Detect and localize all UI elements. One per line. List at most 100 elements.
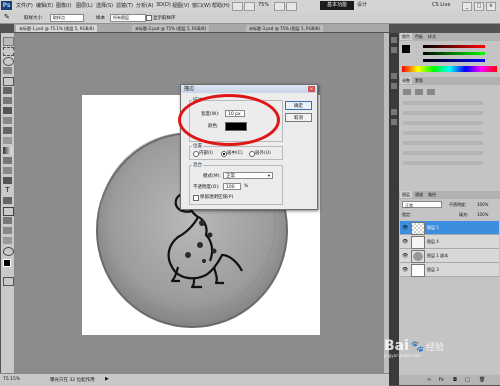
marquee-tool-icon[interactable] <box>3 47 14 56</box>
red-slider[interactable] <box>423 45 485 48</box>
fill-value[interactable]: 100% <box>477 212 488 217</box>
tab-paths[interactable]: 路径 <box>426 191 438 198</box>
healing-brush-tool-icon[interactable] <box>3 97 12 104</box>
workspace-button[interactable]: 基本功能 <box>320 1 354 10</box>
ok-button[interactable]: 确定 <box>285 101 312 110</box>
status-zoom[interactable]: 75.15% <box>3 377 20 382</box>
link-layers-icon[interactable]: ∞ <box>427 377 431 383</box>
menu-layer[interactable]: 图层(L) <box>76 2 93 9</box>
menu-edit[interactable]: 编辑(E) <box>36 2 53 9</box>
eraser-tool-icon[interactable] <box>3 137 12 144</box>
sample-select[interactable]: 所有图层 <box>110 14 146 22</box>
crop-tool-icon[interactable] <box>3 77 14 86</box>
sample-size-select[interactable]: 取样点 <box>50 14 84 22</box>
tab-document-2[interactable]: 未标题-2.psd @ 75% (图层 5, RGB/8) <box>132 25 210 32</box>
paragraph-panel-icon[interactable] <box>391 83 397 89</box>
layer-row[interactable]: 👁 图层 5 <box>400 221 499 235</box>
type-tool-icon[interactable]: T <box>3 187 12 194</box>
3d-rotate-tool-icon[interactable] <box>3 217 12 224</box>
dialog-close-icon[interactable]: × <box>308 86 315 92</box>
dodge-tool-icon[interactable] <box>3 167 12 174</box>
panel-fg-color[interactable] <box>402 45 410 53</box>
mode-select[interactable]: 正常 ▾ <box>223 172 273 179</box>
show-ring-checkbox[interactable] <box>146 15 152 21</box>
lasso-tool-icon[interactable] <box>3 57 14 66</box>
layer-row[interactable]: 👁 图层 4 <box>400 235 499 249</box>
brush-panel-icon[interactable] <box>391 109 397 115</box>
menu-analysis[interactable]: 分析(A) <box>136 2 153 9</box>
layer-opacity-value[interactable]: 100% <box>477 202 488 207</box>
menu-3d[interactable]: 3D(D) <box>156 2 171 8</box>
tab-masks[interactable]: 蒙版 <box>413 77 425 84</box>
menu-window[interactable]: 窗口(W) <box>192 2 211 9</box>
minimize-button[interactable]: _ <box>462 2 472 11</box>
design-workspace-link[interactable]: 设计 <box>357 1 375 10</box>
layer-row[interactable]: 👁 图层 1 副本 <box>400 249 499 263</box>
path-select-tool-icon[interactable] <box>3 197 12 204</box>
tab-layers[interactable]: 图层 <box>400 191 412 198</box>
tab-adjustments[interactable]: 调整 <box>400 77 412 84</box>
eyedropper-icon[interactable]: ✎ <box>4 13 10 21</box>
gradient-tool-icon[interactable] <box>3 147 12 154</box>
menu-filter[interactable]: 滤镜(T) <box>116 2 133 9</box>
character-panel-icon[interactable] <box>391 73 397 79</box>
tab-document-1[interactable]: 未标题-1.psd @ 75.1% (图层 5, RGB/8) <box>16 25 97 32</box>
layer-style-icon[interactable]: fx <box>439 377 444 383</box>
blur-tool-icon[interactable] <box>3 157 12 164</box>
menu-image[interactable]: 图像(I) <box>56 2 71 9</box>
layer-row[interactable]: 👁 图层 3 <box>400 263 499 277</box>
mini-bridge-button[interactable] <box>244 2 255 11</box>
add-mask-icon[interactable]: ◘ <box>453 377 457 383</box>
tab-swatches[interactable]: 色板 <box>413 33 425 40</box>
bridge-button[interactable] <box>232 2 243 11</box>
preserve-transparency-checkbox[interactable] <box>193 195 199 201</box>
delete-layer-icon[interactable]: 🗑 <box>479 377 485 383</box>
foreground-color-swatch[interactable] <box>3 259 11 267</box>
layer-blend-mode-select[interactable]: 正常 <box>402 201 442 208</box>
hand-tool-icon[interactable] <box>3 237 12 244</box>
layer-name[interactable]: 图层 4 <box>427 239 439 245</box>
tab-channels[interactable]: 通道 <box>413 191 425 198</box>
tab-styles[interactable]: 样式 <box>426 33 438 40</box>
rotate-view-button[interactable] <box>286 2 297 11</box>
actions-panel-icon[interactable] <box>391 47 397 53</box>
menu-view[interactable]: 视图(V) <box>172 2 189 9</box>
history-brush-tool-icon[interactable] <box>3 127 12 134</box>
eye-icon[interactable]: 👁 <box>402 225 408 231</box>
cs-live-button[interactable]: CS Live <box>432 2 450 8</box>
menu-select[interactable]: 选择(S) <box>96 2 113 9</box>
brush-tool-icon[interactable] <box>3 107 12 114</box>
close-icon[interactable]: × <box>486 2 496 11</box>
pen-tool-icon[interactable] <box>3 177 12 184</box>
color-spectrum-bar[interactable] <box>402 66 497 72</box>
zoom-level[interactable]: 75% <box>258 2 269 8</box>
green-slider[interactable] <box>423 52 485 55</box>
cancel-button[interactable]: 取消 <box>285 113 312 122</box>
adjustment-presets-list[interactable] <box>403 89 493 179</box>
hand-tool-button[interactable] <box>274 2 285 11</box>
status-arrow-icon[interactable]: ▶ <box>105 376 109 382</box>
move-tool-icon[interactable] <box>3 37 14 46</box>
layer-name[interactable]: 图层 5 <box>427 225 439 231</box>
tab-color[interactable]: 颜色 <box>400 33 412 40</box>
clone-stamp-tool-icon[interactable] <box>3 117 12 124</box>
eye-icon[interactable]: 👁 <box>402 253 408 259</box>
eye-icon[interactable]: 👁 <box>402 267 408 273</box>
menu-file[interactable]: 文件(F) <box>16 2 33 9</box>
3d-camera-tool-icon[interactable] <box>3 227 12 234</box>
eye-icon[interactable]: 👁 <box>402 239 408 245</box>
quick-mask-icon[interactable] <box>3 277 14 286</box>
eyedropper-tool-icon[interactable] <box>3 87 12 94</box>
shape-tool-icon[interactable] <box>3 207 14 216</box>
layer-name[interactable]: 图层 3 <box>427 267 439 273</box>
tab-document-3[interactable]: 未标题-3.psd @ 75% (图层 5, RGB/8) <box>246 25 324 32</box>
zoom-tool-icon[interactable] <box>3 247 14 256</box>
opacity-input[interactable]: 100 <box>223 183 241 190</box>
blue-slider[interactable] <box>423 59 485 62</box>
new-layer-icon[interactable]: □ <box>465 377 470 383</box>
layer-name[interactable]: 图层 1 副本 <box>427 253 448 259</box>
clone-source-panel-icon[interactable] <box>391 119 397 125</box>
quick-select-tool-icon[interactable] <box>3 67 12 74</box>
maximize-button[interactable]: □ <box>474 2 484 11</box>
history-panel-icon[interactable] <box>391 37 397 43</box>
